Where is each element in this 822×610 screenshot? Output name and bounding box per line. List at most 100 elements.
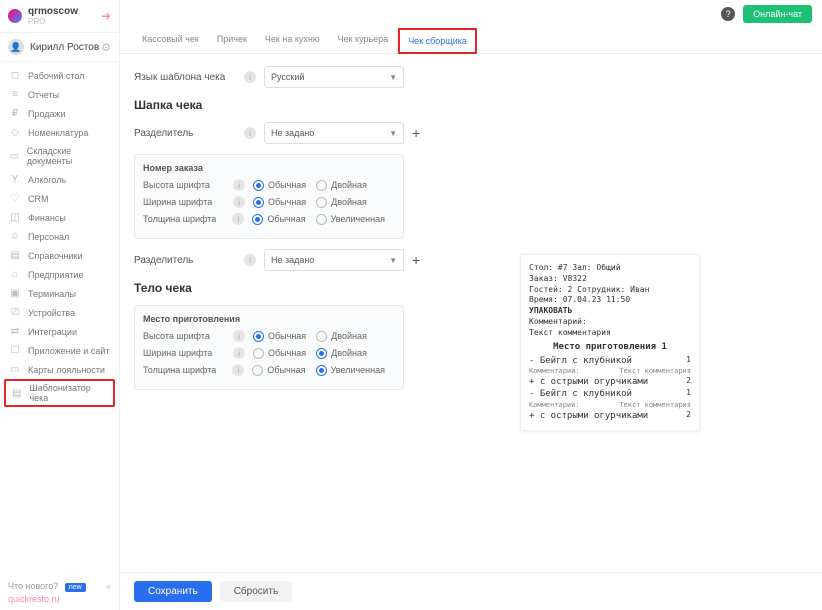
- sidebar-item-12[interactable]: ⎚ Устройства: [0, 303, 119, 322]
- radio-dot-icon: [316, 365, 327, 376]
- whats-new-link[interactable]: Что нового?: [8, 581, 58, 591]
- sidebar-item-7[interactable]: ◫Финансы: [0, 208, 119, 227]
- sidebar-item-4[interactable]: ▭Складские документы: [0, 142, 119, 170]
- lang-select[interactable]: Русский ▼: [264, 66, 404, 88]
- sidebar-item-11[interactable]: ▣Терминалы: [0, 284, 119, 303]
- nav-icon: ▣: [8, 288, 22, 299]
- org-block[interactable]: qrmoscow PRO ➜: [0, 0, 119, 33]
- nav-label: Устройства: [28, 308, 75, 318]
- org-name: qrmoscow: [28, 6, 101, 17]
- info-icon[interactable]: i: [232, 213, 244, 225]
- radio-dot-icon: [253, 331, 264, 342]
- radio-h-double[interactable]: Двойная: [316, 331, 367, 342]
- radio-w-normal[interactable]: Обычная: [253, 348, 306, 359]
- org-sub: PRO: [28, 17, 101, 26]
- radio-w-normal[interactable]: Обычная: [253, 197, 306, 208]
- nav-label: Карты лояльности: [28, 365, 105, 375]
- radio-h-double[interactable]: Двойная: [316, 180, 367, 191]
- sidebar-item-3[interactable]: ◇Номенклатура: [0, 123, 119, 142]
- save-button[interactable]: Сохранить: [134, 581, 212, 602]
- sidebar-item-9[interactable]: ▤ Справочники: [0, 246, 119, 265]
- info-icon[interactable]: i: [244, 254, 256, 266]
- sidebar-item-2[interactable]: ₽Продажи: [0, 104, 119, 123]
- online-chat-button[interactable]: Онлайн-чат: [743, 5, 812, 23]
- nav-icon: ⌂: [8, 269, 22, 280]
- caret-down-icon: ▼: [389, 256, 397, 265]
- avatar-icon: 👤: [8, 39, 24, 55]
- separator-select-2[interactable]: Не задано ▼: [264, 249, 404, 271]
- nav-icon: ▭: [8, 151, 21, 162]
- tab-4[interactable]: Чек сборщика: [398, 28, 477, 54]
- opt-label: Высота шрифта: [143, 180, 233, 190]
- tab-1[interactable]: Причек: [209, 28, 255, 53]
- radio-dot-icon: [316, 348, 327, 359]
- collapse-icon[interactable]: «: [106, 581, 111, 591]
- sidebar-item-1[interactable]: ≡Отчеты: [0, 85, 119, 104]
- radio-w-double[interactable]: Двойная: [316, 197, 367, 208]
- content: Язык шаблона чека i Русский ▼ Шапка чека…: [120, 54, 822, 572]
- user-block[interactable]: 👤 Кирилл Ростов ⚙: [0, 33, 119, 62]
- radio-w-double[interactable]: Двойная: [316, 348, 367, 359]
- info-icon[interactable]: i: [233, 196, 245, 208]
- radio-t-normal[interactable]: Обычная: [252, 365, 305, 376]
- group-title: Место приготовления: [143, 314, 395, 324]
- help-icon[interactable]: ?: [721, 7, 735, 21]
- sidebar-item-13[interactable]: ⇄ Интеграции: [0, 322, 119, 341]
- group-order-number: Номер заказа Высота шрифтаiОбычнаяДвойна…: [134, 154, 404, 239]
- nav-list: ◻Рабочий стол≡Отчеты₽Продажи◇Номенклатур…: [0, 62, 119, 575]
- opt-label: Ширина шрифта: [143, 348, 233, 358]
- add-separator-button[interactable]: +: [412, 252, 420, 268]
- group-cooking-place: Место приготовления Высота шрифтаiОбычна…: [134, 305, 404, 390]
- sidebar-item-6[interactable]: ♡CRM: [0, 189, 119, 208]
- info-icon[interactable]: i: [233, 347, 245, 359]
- info-icon[interactable]: i: [244, 127, 256, 139]
- main: ? Онлайн-чат Кассовый чекПричекЧек на ку…: [120, 0, 822, 610]
- org-logo-icon: [8, 9, 22, 23]
- gear-icon[interactable]: ⚙: [101, 41, 111, 54]
- radio-h-normal[interactable]: Обычная: [253, 331, 306, 342]
- tab-0[interactable]: Кассовый чек: [134, 28, 207, 53]
- nav-label: Продажи: [28, 109, 66, 119]
- nav-label: Алкоголь: [28, 175, 66, 185]
- nav-label: Предприятие: [28, 270, 83, 280]
- radio-t-bold[interactable]: Увеличенная: [316, 214, 385, 225]
- reset-button[interactable]: Сбросить: [220, 581, 292, 602]
- exit-icon[interactable]: ➜: [101, 9, 111, 23]
- sidebar-item-8[interactable]: ☺Персонал: [0, 227, 119, 246]
- radio-dot-icon: [316, 331, 327, 342]
- radio-t-normal[interactable]: Обычная: [252, 214, 305, 225]
- opt-label: Ширина шрифта: [143, 197, 233, 207]
- radio-dot-icon: [253, 348, 264, 359]
- add-separator-button[interactable]: +: [412, 125, 420, 141]
- nav-icon: ⇄: [8, 326, 22, 337]
- nav-icon: ☐: [8, 345, 22, 356]
- nav-label: Интеграции: [28, 327, 77, 337]
- radio-t-bold[interactable]: Увеличенная: [316, 365, 385, 376]
- info-icon[interactable]: i: [244, 71, 256, 83]
- sidebar-item-5[interactable]: YАлкоголь: [0, 170, 119, 189]
- sidebar-item-16[interactable]: ▤Шаблонизатор чека: [4, 379, 115, 407]
- radio-dot-icon: [253, 180, 264, 191]
- nav-icon: ▤: [8, 250, 22, 261]
- nav-icon: ⎚: [8, 307, 22, 318]
- info-icon[interactable]: i: [232, 364, 244, 376]
- sidebar-item-15[interactable]: ▭ Карты лояльности: [0, 360, 119, 379]
- topbar: ? Онлайн-чат: [120, 0, 822, 28]
- nav-icon: ▭: [8, 364, 22, 375]
- nav-label: Справочники: [28, 251, 83, 261]
- sidebar-item-10[interactable]: ⌂ Предприятие: [0, 265, 119, 284]
- info-icon[interactable]: i: [233, 179, 245, 191]
- domain-link[interactable]: quickresto.ru: [8, 594, 111, 604]
- tab-2[interactable]: Чек на кухню: [257, 28, 328, 53]
- opt-label: Толщина шрифта: [143, 214, 232, 224]
- nav-label: Финансы: [28, 213, 66, 223]
- separator-select-1[interactable]: Не задано ▼: [264, 122, 404, 144]
- sidebar-item-0[interactable]: ◻Рабочий стол: [0, 66, 119, 85]
- sidebar-item-14[interactable]: ☐Приложение и сайт: [0, 341, 119, 360]
- tab-3[interactable]: Чек курьера: [330, 28, 397, 53]
- sep-label: Разделитель: [134, 128, 244, 139]
- info-icon[interactable]: i: [233, 330, 245, 342]
- nav-label: Шаблонизатор чека: [29, 383, 109, 403]
- sidebar: qrmoscow PRO ➜ 👤 Кирилл Ростов ⚙ ◻Рабочи…: [0, 0, 120, 610]
- radio-h-normal[interactable]: Обычная: [253, 180, 306, 191]
